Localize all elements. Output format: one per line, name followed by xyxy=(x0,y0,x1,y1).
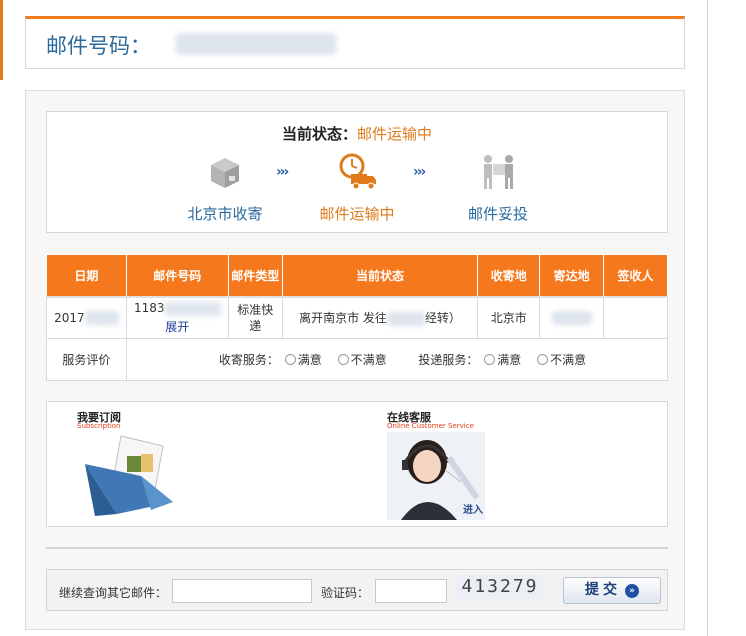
expand-link[interactable]: 展开 xyxy=(127,318,228,335)
step-in-transit-label: 邮件运输中 xyxy=(319,205,395,223)
cell-destination xyxy=(539,296,605,339)
cell-current-status: 离开南京市 发往 经转） xyxy=(281,296,479,339)
current-status-label: 当前状态： xyxy=(281,125,357,143)
option-label: 满意 xyxy=(297,353,322,367)
tracking-main-panel: 当前状态：邮件运输中 北京市收寄 ››› 邮件运输中 ››› 邮件妥投 日期 邮… xyxy=(25,90,685,630)
mail-type-value: 标准快递 xyxy=(237,302,274,333)
redacted-mail-number xyxy=(176,33,336,55)
current-status-line: 当前状态：邮件运输中 xyxy=(47,123,667,144)
evaluation-options: 收寄服务： 满意 不满意 投递服务： 满意 不满意 xyxy=(125,338,669,381)
deliver-satisfied-option[interactable]: 满意 xyxy=(484,353,521,367)
radio-button[interactable] xyxy=(337,354,349,365)
collect-service-label: 收寄服务： xyxy=(218,353,279,367)
cell-mail-type: 标准快递 xyxy=(227,296,283,339)
redacted-number xyxy=(164,301,221,316)
step-delivered-label: 邮件妥投 xyxy=(467,205,528,223)
service-enter-label: 进入 xyxy=(463,505,483,516)
status-suffix: 经转） xyxy=(424,311,461,326)
page-title: 邮件号码： xyxy=(46,34,151,58)
option-label: 不满意 xyxy=(550,353,587,367)
tracking-table: 日期 邮件号码 邮件类型 当前状态 收寄地 寄达地 签收人 2017 1183 … xyxy=(46,254,669,381)
radio-button[interactable] xyxy=(284,354,296,365)
cell-date: 2017 xyxy=(46,296,127,339)
left-accent-bar xyxy=(0,0,3,80)
cell-mail-number: 1183 展开 xyxy=(125,296,229,339)
cell-signer xyxy=(603,296,668,339)
submit-button[interactable]: 提交 » xyxy=(563,577,661,604)
col-header-current-status: 当前状态 xyxy=(281,254,479,298)
other-mail-label: 继续查询其它邮件： xyxy=(59,586,168,600)
package-box-icon xyxy=(205,152,245,192)
status-panel: 当前状态：邮件运输中 北京市收寄 ››› 邮件运输中 ››› 邮件妥投 xyxy=(46,111,668,233)
col-header-mail-type: 邮件类型 xyxy=(227,254,283,298)
arrow-right-icon: » xyxy=(625,584,639,598)
cell-origin: 北京市 xyxy=(477,296,541,339)
col-header-date: 日期 xyxy=(46,254,127,298)
promo-panel: 我要订阅 Subscription 在线客服 Online Customer S… xyxy=(46,401,668,527)
step-in-transit: 邮件运输中 xyxy=(302,152,412,224)
section-divider xyxy=(46,547,668,549)
step-arrow-icon: ››› xyxy=(276,164,289,180)
redacted-destination xyxy=(551,311,592,325)
mail-number-header: 邮件号码： xyxy=(25,16,685,69)
redacted-date xyxy=(84,311,119,325)
evaluation-label: 服务评价 xyxy=(46,338,127,381)
captcha-label: 验证码： xyxy=(321,586,370,600)
evaluation-row: 服务评价 收寄服务： 满意 不满意 投递服务： 满意 不满意 xyxy=(46,338,669,381)
option-label: 不满意 xyxy=(350,353,387,367)
redacted-status-city xyxy=(386,311,425,326)
collect-satisfied-option[interactable]: 满意 xyxy=(284,353,322,367)
submit-label: 提交 xyxy=(585,582,621,598)
captcha-input[interactable] xyxy=(375,579,447,603)
table-row: 2017 1183 展开 标准快递 离开南京市 发往 经转） 北京市 xyxy=(46,296,668,339)
radio-button[interactable] xyxy=(537,354,549,365)
step-collected: 北京市收寄 xyxy=(170,152,280,224)
delivery-truck-clock-icon xyxy=(337,152,377,192)
subscribe-banner[interactable]: 我要订阅 Subscription xyxy=(71,406,181,522)
subscribe-subtitle: Subscription xyxy=(77,422,121,430)
collect-unsatisfied-option[interactable]: 不满意 xyxy=(337,353,387,367)
col-header-signer: 签收人 xyxy=(603,254,668,298)
service-subtitle: Online Customer Service xyxy=(387,422,474,430)
step-arrow-icon: ››› xyxy=(413,164,426,180)
captcha-image: 413279 xyxy=(457,575,543,599)
mail-number-value: 1183 xyxy=(134,301,165,315)
online-service-banner[interactable]: 在线客服 Online Customer Service 进入 xyxy=(381,406,491,522)
deliver-service-label: 投递服务： xyxy=(418,353,479,367)
envelope-icon xyxy=(85,435,173,516)
deliver-unsatisfied-option[interactable]: 不满意 xyxy=(537,353,586,367)
date-value: 2017 xyxy=(54,310,85,325)
step-delivered: 邮件妥投 xyxy=(443,152,553,224)
current-status-value: 邮件运输中 xyxy=(357,125,433,143)
table-header-row: 日期 邮件号码 邮件类型 当前状态 收寄地 寄达地 签收人 xyxy=(46,254,668,298)
other-mail-input[interactable] xyxy=(172,579,312,603)
option-label: 满意 xyxy=(497,353,522,367)
col-header-origin: 收寄地 xyxy=(477,254,541,298)
delivered-person-icon xyxy=(478,152,518,192)
status-prefix: 离开南京市 发往 xyxy=(299,311,387,326)
col-header-mail-number: 邮件号码 xyxy=(125,254,229,298)
radio-button[interactable] xyxy=(484,354,496,365)
query-bar: 继续查询其它邮件： 验证码： 413279 提交 » xyxy=(46,569,668,611)
step-collected-label: 北京市收寄 xyxy=(187,205,263,223)
col-header-destination: 寄达地 xyxy=(539,254,605,298)
right-border-line xyxy=(707,0,708,636)
